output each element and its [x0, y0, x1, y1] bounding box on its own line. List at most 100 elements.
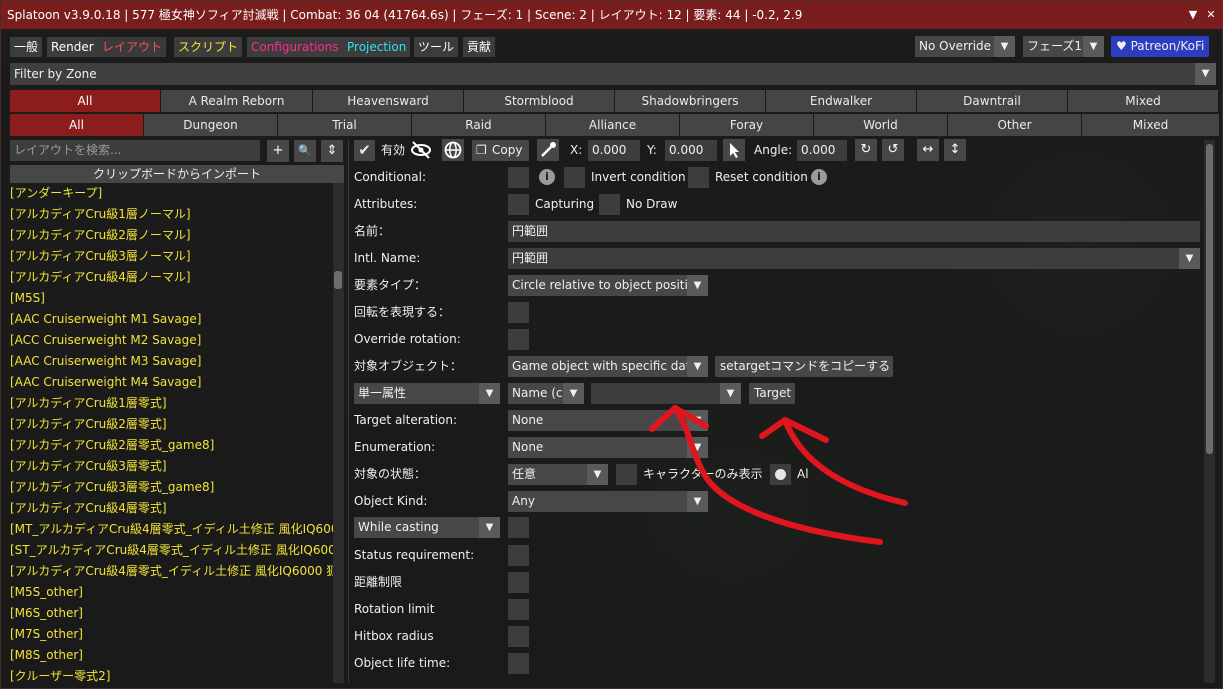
phase-select[interactable]: フェーズ1 ▼: [1023, 36, 1104, 57]
layout-list-item[interactable]: [M5S]: [10, 288, 333, 309]
content-filter-mixed[interactable]: Mixed: [1082, 114, 1219, 136]
tab-layout[interactable]: レイアウト: [98, 37, 167, 57]
override-select[interactable]: No Override ▼: [915, 36, 1015, 57]
layout-list-item[interactable]: [MT_アルカディアCru級4層零式_イディル土修正 風化IQ6000: [10, 519, 333, 540]
character-only-checkbox[interactable]: [616, 464, 637, 485]
expansion-filter-endwalker[interactable]: Endwalker: [766, 90, 916, 112]
target-state-select[interactable]: 任意 ▼: [508, 464, 608, 485]
conditional-checkbox[interactable]: [508, 167, 529, 188]
expansion-filter-dawntrail[interactable]: Dawntrail: [917, 90, 1067, 112]
tab-projection[interactable]: Projection: [343, 37, 411, 57]
target-button[interactable]: Target: [749, 383, 795, 404]
editor-scrollbar[interactable]: [1204, 140, 1215, 683]
content-filter-raid[interactable]: Raid: [412, 114, 545, 136]
scroll-thumb[interactable]: [334, 271, 342, 289]
check-icon[interactable]: ✔: [354, 140, 375, 161]
target-alteration-select[interactable]: None ▼: [508, 410, 708, 431]
layout-list-scrollbar[interactable]: [333, 183, 344, 683]
info-icon[interactable]: i: [811, 169, 827, 185]
patreon-button[interactable]: ♥ Patreon/KoFi: [1111, 36, 1209, 57]
scroll-thumb[interactable]: [1206, 144, 1213, 454]
object-kind-select[interactable]: Any ▼: [508, 491, 708, 512]
rotate-cw-icon[interactable]: ↻: [855, 139, 877, 161]
expansion-filter-a-realm-reborn[interactable]: A Realm Reborn: [161, 90, 312, 112]
tab-contribute[interactable]: 貢献: [463, 37, 496, 57]
layout-list-item[interactable]: [アルカディアCru級3層ノーマル]: [10, 246, 333, 267]
intl-name-select[interactable]: 円範囲 ▼: [508, 248, 1200, 269]
content-filter-trial[interactable]: Trial: [278, 114, 411, 136]
layout-list-item[interactable]: [アルカディアCru級4層ノーマル]: [10, 267, 333, 288]
tab-configurations[interactable]: Configurations: [247, 37, 343, 57]
while-casting-checkbox[interactable]: [508, 517, 529, 538]
layout-list-item[interactable]: [アルカディアCru級4層零式_イディル土修正 風化IQ6000 狐: [10, 561, 333, 582]
layout-list-item[interactable]: [アルカディアCru級1層零式]: [10, 393, 333, 414]
tab-scripts[interactable]: スクリプト: [174, 37, 243, 57]
override-rotation-checkbox[interactable]: [508, 329, 529, 350]
reset-condition-checkbox[interactable]: [688, 167, 709, 188]
element-type-select[interactable]: Circle relative to object positio ▼: [508, 275, 708, 296]
expansion-filter-heavensward[interactable]: Heavensward: [313, 90, 463, 112]
rotate-ccw-icon[interactable]: ↺: [882, 139, 904, 161]
name-type-select[interactable]: Name (c ▼: [508, 383, 584, 404]
expansion-filter-all[interactable]: All: [10, 90, 160, 112]
while-casting-select[interactable]: While casting ▼: [354, 517, 500, 538]
tab-render[interactable]: Render: [47, 37, 98, 57]
close-icon[interactable]: ✕: [1202, 1, 1220, 29]
distance-limit-checkbox[interactable]: [508, 572, 529, 593]
y-input[interactable]: 0.000: [665, 140, 717, 161]
layout-list-item[interactable]: [アルカディアCru級2層零式]: [10, 414, 333, 435]
layout-list-item[interactable]: [クルーザー零式2]: [10, 666, 333, 683]
layout-list-item[interactable]: [アルカディアCru級2層零式_game8]: [10, 435, 333, 456]
layout-list[interactable]: [アンダーキープ] [アルカディアCru級1層ノーマル] [アルカディアCru級2層…: [10, 183, 333, 683]
layout-list-item[interactable]: [アルカディアCru級3層零式_game8]: [10, 477, 333, 498]
tab-general[interactable]: 一般: [10, 37, 43, 57]
expansion-filter-shadowbringers[interactable]: Shadowbringers: [615, 90, 765, 112]
layout-list-item[interactable]: [アルカディアCru級4層零式]: [10, 498, 333, 519]
layout-list-item[interactable]: [AAC Cruiserweight M3 Savage]: [10, 351, 333, 372]
add-layout-icon[interactable]: +: [267, 140, 289, 162]
x-input[interactable]: 0.000: [588, 140, 640, 161]
copy-settarget-button[interactable]: setargetコマンドをコピーする: [715, 356, 893, 377]
globe-icon[interactable]: [442, 139, 464, 161]
tab-tools[interactable]: ツール: [414, 37, 459, 57]
pane-divider[interactable]: [348, 140, 349, 683]
attribute-value-select[interactable]: ▼: [591, 383, 741, 404]
layout-list-item[interactable]: [アルカディアCru級2層ノーマル]: [10, 225, 333, 246]
content-filter-world[interactable]: World: [814, 114, 947, 136]
layout-list-item[interactable]: [M7S_other]: [10, 624, 333, 645]
layout-list-item[interactable]: [ACC Cruiserweight M2 Savage]: [10, 330, 333, 351]
status-requirement-checkbox[interactable]: [508, 545, 529, 566]
sort-icon[interactable]: ⇕: [321, 140, 343, 162]
import-from-clipboard-button[interactable]: クリップボードからインポート: [10, 165, 344, 183]
name-input[interactable]: 円範囲: [508, 221, 1200, 242]
eye-off-icon[interactable]: [410, 139, 432, 161]
flip-vertical-icon[interactable]: ↕: [944, 139, 966, 161]
rotation-checkbox[interactable]: [508, 302, 529, 323]
enumeration-select[interactable]: None ▼: [508, 437, 708, 458]
capturing-checkbox[interactable]: [508, 194, 529, 215]
cursor-icon[interactable]: [723, 139, 745, 161]
layout-list-item[interactable]: [M5S_other]: [10, 582, 333, 603]
target-object-select[interactable]: Game object with specific data ▼: [508, 356, 708, 377]
info-icon[interactable]: i: [539, 169, 555, 185]
content-filter-alliance[interactable]: Alliance: [546, 114, 679, 136]
layout-list-item[interactable]: [M8S_other]: [10, 645, 333, 666]
angle-input[interactable]: 0.000: [797, 140, 847, 161]
search-icon[interactable]: 🔍: [294, 140, 316, 162]
layout-list-item[interactable]: [M6S_other]: [10, 603, 333, 624]
content-filter-all[interactable]: All: [10, 114, 143, 136]
invert-condition-checkbox[interactable]: [564, 167, 585, 188]
content-filter-dungeon[interactable]: Dungeon: [144, 114, 277, 136]
content-filter-foray[interactable]: Foray: [680, 114, 813, 136]
content-filter-other[interactable]: Other: [948, 114, 1081, 136]
layout-list-item[interactable]: [ST_アルカディアCru級4層零式_イディル土修正 風化IQ600: [10, 540, 333, 561]
hitbox-radius-checkbox[interactable]: [508, 626, 529, 647]
object-life-checkbox[interactable]: [508, 653, 529, 674]
layout-list-item[interactable]: [アルカディアCru級3層零式]: [10, 456, 333, 477]
collapse-icon[interactable]: ▼: [1184, 1, 1202, 29]
title-bar[interactable]: Splatoon v3.9.0.18 | 577 極女神ソフィア討滅戦 | Co…: [1, 1, 1223, 29]
layout-list-item[interactable]: [アルカディアCru級1層ノーマル]: [10, 204, 333, 225]
layout-list-item[interactable]: [AAC Cruiserweight M1 Savage]: [10, 309, 333, 330]
filter-by-zone-select[interactable]: Filter by Zone ▼: [10, 63, 1216, 85]
single-attribute-select[interactable]: 単一属性 ▼: [354, 383, 500, 404]
